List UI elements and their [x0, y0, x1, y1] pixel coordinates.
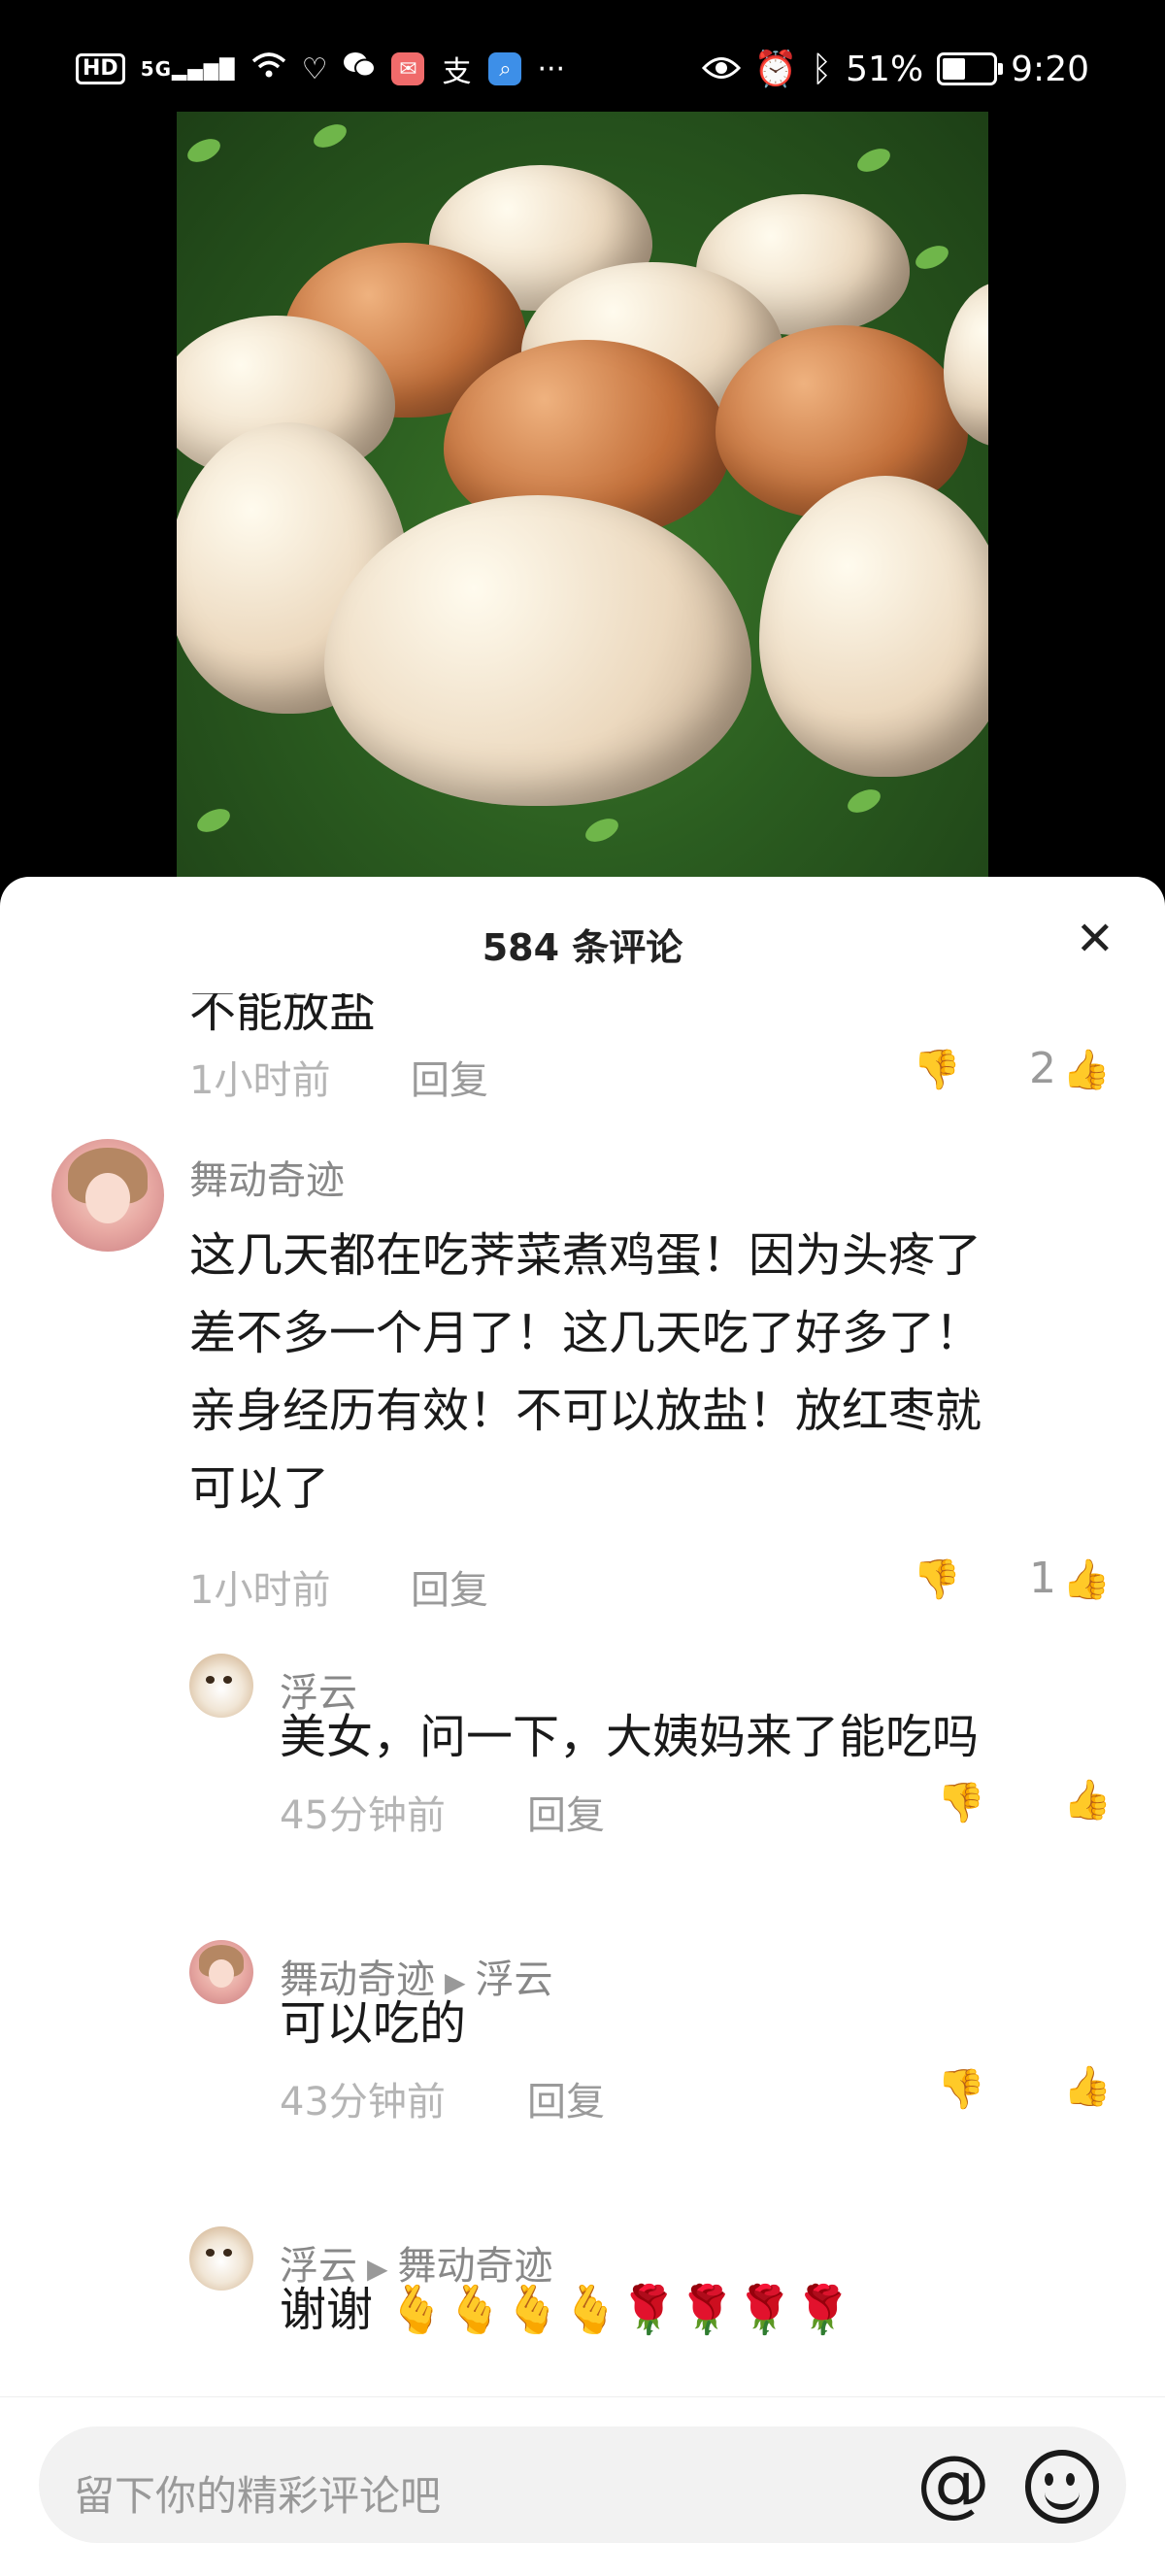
avatar[interactable] — [189, 1940, 253, 2004]
mention-at-icon[interactable]: @ — [916, 2446, 990, 2520]
reply-item: 浮云 美女，问一下，大姨妈来了能吃吗 45分钟前 回复 👎 👍 — [0, 1654, 1165, 1906]
heart-rate-icon: ♡ — [301, 51, 328, 86]
video-frame-eggs-image — [177, 112, 988, 879]
reply-time: 43分钟前 — [280, 2080, 446, 2124]
like-button[interactable]: 1 👍 — [1029, 1554, 1111, 1603]
reply-text: 谢谢 🫰🫰🫰🫰🌹🌹🌹🌹 — [280, 2283, 852, 2337]
like-button[interactable]: 2 👍 — [1029, 1044, 1111, 1093]
clock: 9:20 — [1011, 49, 1089, 89]
reply-item: 浮云 ▶ 舞动奇迹 谢谢 🫰🫰🫰🫰🌹🌹🌹🌹 — [0, 2226, 1165, 2401]
reply-text: 美女，问一下，大姨妈来了能吃吗 — [280, 1710, 980, 1764]
dislike-icon[interactable]: 👎 — [937, 1780, 985, 1825]
status-bar: HD 5G▂▄▆█ ♡ ✉ 支 ⌕ ··· ⏰ ᛒ 51% 9:20 — [0, 0, 1165, 112]
dislike-icon[interactable]: 👎 — [913, 1556, 961, 1602]
like-count: 2 — [1029, 1044, 1056, 1093]
battery-percent: 51% — [846, 49, 924, 89]
mail-app-icon: ✉ — [391, 52, 425, 85]
avatar[interactable] — [189, 1654, 253, 1718]
status-left: HD 5G▂▄▆█ ♡ ✉ 支 ⌕ ··· — [76, 50, 566, 89]
comment-text: 这几天都在吃荠菜煮鸡蛋！因为头疼了 差不多一个月了！这几天吃了好多了！ 亲身经历… — [189, 1228, 982, 1516]
reply-button[interactable]: 回复 — [527, 2070, 605, 2126]
comment-username[interactable]: 舞动奇迹 — [189, 1149, 345, 1205]
reply-item: 舞动奇迹 ▶ 浮云 可以吃的 43分钟前 回复 👎 👍 — [0, 1940, 1165, 2192]
alarm-icon: ⏰ — [753, 50, 798, 89]
like-icon: 👍 — [1062, 1048, 1111, 1092]
comment-input-bar: 留下你的精彩评论吧 @ — [0, 2396, 1165, 2576]
reply-button[interactable]: 回复 — [411, 1558, 488, 1615]
avatar[interactable] — [51, 1139, 164, 1252]
avatar[interactable] — [189, 2226, 253, 2291]
video-player[interactable] — [0, 112, 1165, 879]
like-icon: 👍 — [1062, 1557, 1111, 1602]
dislike-icon[interactable]: 👎 — [913, 1047, 961, 1092]
eye-icon — [701, 50, 741, 89]
emoji-icon[interactable] — [1025, 2450, 1099, 2524]
wechat-icon — [343, 50, 377, 87]
comment-input-placeholder: 留下你的精彩评论吧 — [74, 2472, 442, 2520]
search-app-icon: ⌕ — [488, 52, 522, 85]
bluetooth-icon: ᛒ — [811, 49, 833, 89]
alipay-icon: 支 — [442, 55, 472, 89]
wifi-icon — [251, 51, 286, 86]
comment-text: 不能放盐 — [189, 984, 377, 1038]
reply-time: 45分钟前 — [280, 1793, 446, 1838]
network-signal-icon: 5G▂▄▆█ — [140, 57, 236, 81]
more-notifications-icon: ··· — [537, 51, 566, 86]
battery-fill — [943, 58, 965, 80]
reply-text: 可以吃的 — [280, 1996, 467, 2051]
battery-icon — [937, 52, 1004, 85]
reply-button[interactable]: 回复 — [411, 1049, 488, 1105]
comment-time: 1小时前 — [189, 1058, 331, 1103]
like-icon[interactable]: 👍 — [1063, 2063, 1112, 2109]
dislike-icon[interactable]: 👎 — [937, 2066, 985, 2112]
comment-input[interactable]: 留下你的精彩评论吧 @ — [39, 2426, 1126, 2543]
status-right: ⏰ ᛒ 51% 9:20 — [701, 49, 1089, 89]
like-count: 1 — [1029, 1554, 1056, 1603]
comments-sheet: 584 条评论 ✕ 不能放盐 1小时前 回复 👎 2 👍 舞动奇迹 这几天都在吃荠… — [0, 877, 1165, 2575]
like-icon[interactable]: 👍 — [1063, 1777, 1112, 1823]
hd-badge: HD — [76, 53, 125, 84]
reply-button[interactable]: 回复 — [527, 1784, 605, 1840]
comment-item: 不能放盐 1小时前 回复 👎 2 👍 — [0, 877, 1165, 1110]
comment-time: 1小时前 — [189, 1568, 331, 1613]
comment-item: 舞动奇迹 这几天都在吃荠菜煮鸡蛋！因为头疼了 差不多一个月了！这几天吃了好多了！… — [0, 1139, 1165, 1613]
